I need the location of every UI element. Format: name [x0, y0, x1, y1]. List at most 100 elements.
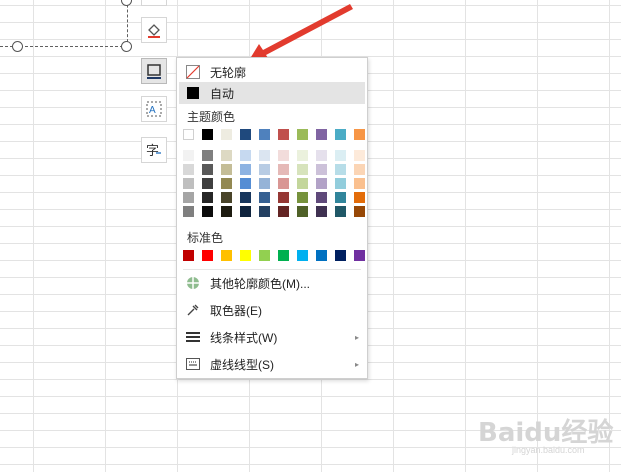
standard-color-swatch[interactable] [278, 250, 289, 261]
theme-shade-swatch[interactable] [221, 192, 232, 203]
font-color-icon: 字 [146, 144, 161, 159]
standard-color-swatch[interactable] [240, 250, 251, 261]
auto-color-item[interactable]: 自动 [179, 82, 365, 104]
theme-shade-swatch[interactable] [316, 178, 327, 189]
theme-shade-swatch[interactable] [354, 164, 365, 175]
more-outline-colors-label: 其他轮廓颜色(M)... [210, 276, 310, 291]
theme-shade-swatch[interactable] [183, 164, 194, 175]
watermark-logo: Baidu经验 [478, 418, 614, 448]
theme-shade-swatch[interactable] [183, 178, 194, 189]
theme-shade-swatch[interactable] [278, 150, 289, 161]
line-style-item[interactable]: 线条样式(W) ▸ [177, 326, 367, 348]
outline-button[interactable] [141, 58, 167, 84]
svg-text:A: A [149, 105, 156, 116]
no-outline-label: 无轮廓 [210, 65, 247, 80]
theme-shade-swatch[interactable] [183, 206, 194, 217]
theme-shade-swatch[interactable] [335, 192, 346, 203]
theme-shade-swatch[interactable] [297, 150, 308, 161]
theme-shade-swatch[interactable] [278, 192, 289, 203]
standard-color-swatch[interactable] [202, 250, 213, 261]
theme-shade-swatch[interactable] [335, 164, 346, 175]
shape-handle-bottom-right[interactable] [121, 41, 132, 52]
theme-shade-swatch[interactable] [354, 192, 365, 203]
theme-shade-swatch[interactable] [335, 206, 346, 217]
dash-type-item[interactable]: 虚线线型(S) ▸ [177, 353, 367, 375]
standard-color-swatch[interactable] [316, 250, 327, 261]
theme-shade-swatch[interactable] [202, 164, 213, 175]
theme-shade-swatch[interactable] [297, 178, 308, 189]
theme-colors-label: 主题颜色 [187, 110, 236, 124]
theme-shade-swatch[interactable] [335, 150, 346, 161]
fill-button[interactable] [141, 17, 167, 43]
theme-shade-swatch[interactable] [259, 164, 270, 175]
theme-shade-swatch[interactable] [259, 206, 270, 217]
theme-shade-swatch[interactable] [297, 164, 308, 175]
theme-shade-swatch[interactable] [259, 192, 270, 203]
theme-shade-swatch[interactable] [202, 178, 213, 189]
theme-shade-swatch[interactable] [202, 150, 213, 161]
theme-shade-swatch[interactable] [240, 192, 251, 203]
theme-shade-swatch[interactable] [316, 150, 327, 161]
theme-shade-swatch[interactable] [221, 164, 232, 175]
standard-color-swatch[interactable] [183, 250, 194, 261]
theme-shade-swatch[interactable] [240, 164, 251, 175]
font-color-button[interactable]: 字 [141, 137, 167, 163]
text-effect-button[interactable]: A [141, 96, 167, 122]
auto-color-label: 自动 [210, 86, 235, 101]
theme-shade-swatch[interactable] [202, 192, 213, 203]
standard-color-swatch[interactable] [335, 250, 346, 261]
standard-color-swatch[interactable] [221, 250, 232, 261]
svg-text:字: 字 [146, 144, 159, 159]
theme-shade-swatch[interactable] [316, 206, 327, 217]
submenu-arrow-icon: ▸ [354, 332, 359, 342]
theme-colors-shades [183, 150, 373, 220]
theme-shade-swatch[interactable] [183, 150, 194, 161]
theme-shade-swatch[interactable] [335, 178, 346, 189]
standard-color-swatch[interactable] [297, 250, 308, 261]
theme-shade-swatch[interactable] [278, 178, 289, 189]
theme-shade-swatch[interactable] [297, 206, 308, 217]
theme-shade-swatch[interactable] [354, 150, 365, 161]
standard-color-swatch[interactable] [259, 250, 270, 261]
more-outline-colors-item[interactable]: 其他轮廓颜色(M)... [177, 272, 367, 294]
theme-color-swatch[interactable] [240, 129, 251, 140]
theme-shade-swatch[interactable] [278, 164, 289, 175]
theme-shade-swatch[interactable] [259, 178, 270, 189]
eyedropper-label: 取色器(E) [210, 303, 262, 318]
theme-shade-swatch[interactable] [240, 150, 251, 161]
theme-shade-row [183, 150, 373, 161]
theme-color-swatch[interactable] [221, 129, 232, 140]
no-outline-item[interactable]: 无轮廓 [177, 61, 367, 83]
theme-color-swatch[interactable] [183, 129, 194, 140]
theme-color-swatch[interactable] [278, 129, 289, 140]
theme-color-swatch[interactable] [335, 129, 346, 140]
theme-shade-swatch[interactable] [316, 192, 327, 203]
theme-color-swatch[interactable] [259, 129, 270, 140]
theme-shade-swatch[interactable] [297, 192, 308, 203]
eyedropper-item[interactable]: 取色器(E) [177, 299, 367, 321]
watermark-url: jingyan.baidu.com [512, 445, 585, 455]
dash-type-label: 虚线线型(S) [210, 357, 274, 372]
theme-shade-swatch[interactable] [202, 206, 213, 217]
theme-shade-swatch[interactable] [183, 192, 194, 203]
theme-shade-swatch[interactable] [240, 178, 251, 189]
theme-color-swatch[interactable] [202, 129, 213, 140]
theme-color-swatch[interactable] [297, 129, 308, 140]
theme-color-swatch[interactable] [354, 129, 365, 140]
theme-shade-swatch[interactable] [278, 206, 289, 217]
theme-shade-swatch[interactable] [354, 206, 365, 217]
theme-shade-swatch[interactable] [259, 150, 270, 161]
theme-shade-swatch[interactable] [316, 164, 327, 175]
theme-shade-row [183, 206, 373, 217]
standard-color-swatch[interactable] [354, 250, 365, 261]
theme-shade-swatch[interactable] [221, 206, 232, 217]
theme-shade-swatch[interactable] [354, 178, 365, 189]
shape-handle-bottom-left[interactable] [12, 41, 23, 52]
selected-shape-outline[interactable] [0, 0, 128, 47]
theme-color-swatch[interactable] [316, 129, 327, 140]
theme-shade-swatch[interactable] [221, 150, 232, 161]
theme-shade-swatch[interactable] [221, 178, 232, 189]
auto-color-swatch [186, 86, 200, 100]
shape-fill-button[interactable] [141, 0, 167, 6]
theme-shade-swatch[interactable] [240, 206, 251, 217]
